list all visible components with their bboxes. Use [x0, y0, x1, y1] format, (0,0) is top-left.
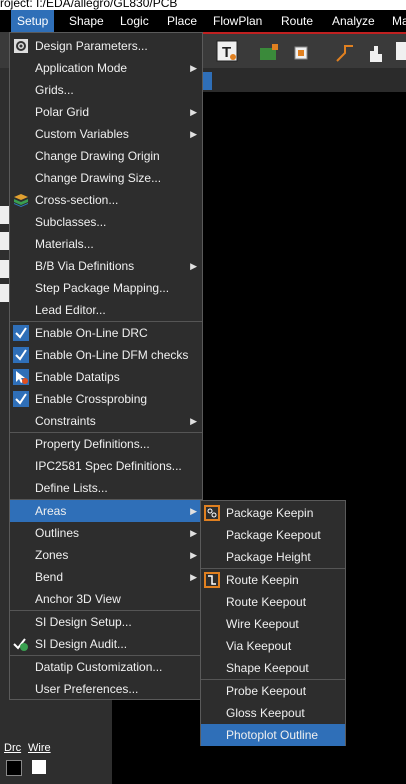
route-keepin-icon	[204, 572, 220, 588]
submenu-arrow-icon: ▶	[190, 416, 197, 426]
menu-route[interactable]: Route	[275, 10, 319, 32]
menu-analyze[interactable]: Analyze	[326, 10, 381, 32]
menu-item-polar-grid[interactable]: Polar Grid ▶	[10, 101, 202, 123]
menu-item-bb-via-definitions[interactable]: B/B Via Definitions ▶	[10, 255, 202, 277]
menu-item-si-design-setup[interactable]: SI Design Setup...	[10, 611, 202, 633]
drc-label: Drc	[4, 742, 22, 754]
si-audit-icon	[13, 638, 28, 651]
menu-item-areas[interactable]: Areas ▶	[10, 500, 202, 522]
drc-color-swatch[interactable]	[6, 760, 22, 776]
menu-item-change-drawing-origin[interactable]: Change Drawing Origin	[10, 145, 202, 167]
route-tool-icon[interactable]	[334, 42, 356, 64]
toolbar-overflow-icon[interactable]	[396, 40, 406, 62]
menu-item-zones[interactable]: Zones ▶	[10, 544, 202, 566]
submenu-arrow-icon: ▶	[190, 572, 197, 582]
menu-item-enable-online-dfm[interactable]: Enable On-Line DFM checks	[10, 344, 202, 366]
submenu-arrow-icon: ▶	[190, 550, 197, 560]
svg-text:T: T	[222, 44, 231, 61]
component-icon[interactable]	[258, 42, 280, 64]
submenu-arrow-icon: ▶	[190, 129, 197, 139]
design-parameters-icon	[14, 39, 28, 53]
text-tool-icon[interactable]: T	[216, 40, 238, 62]
submenu-arrow-icon: ▶	[190, 528, 197, 538]
submenu-item-route-keepout[interactable]: Route Keepout	[201, 591, 345, 613]
areas-submenu: Package Keepin Package Keepout Package H…	[200, 500, 346, 746]
submenu-item-package-keepin[interactable]: Package Keepin	[201, 502, 345, 524]
checkmark-icon	[13, 325, 29, 341]
menu-item-change-drawing-size[interactable]: Change Drawing Size...	[10, 167, 202, 189]
visibility-panel: Drc Wire	[0, 740, 112, 784]
menu-item-custom-variables[interactable]: Custom Variables ▶	[10, 123, 202, 145]
menu-item-enable-datatips[interactable]: Enable Datatips	[10, 366, 202, 388]
menu-logic[interactable]: Logic	[114, 10, 155, 32]
menu-item-step-package-mapping[interactable]: Step Package Mapping...	[10, 277, 202, 299]
checkmark-icon	[13, 347, 29, 363]
submenu-arrow-icon: ▶	[190, 63, 197, 73]
submenu-item-photoplot-outline[interactable]: Photoplot Outline	[201, 724, 345, 746]
submenu-item-gloss-keepout[interactable]: Gloss Keepout	[201, 702, 345, 724]
submenu-item-via-keepout[interactable]: Via Keepout	[201, 635, 345, 657]
menu-place[interactable]: Place	[161, 10, 203, 32]
menu-shape[interactable]: Shape	[63, 10, 110, 32]
menu-item-materials[interactable]: Materials...	[10, 233, 202, 255]
menu-item-datatip-customization[interactable]: Datatip Customization...	[10, 656, 202, 678]
wire-color-swatch[interactable]	[32, 760, 46, 774]
menu-item-subclasses[interactable]: Subclasses...	[10, 211, 202, 233]
window-title: roject: I:/EDA/allegro/GL830/PCB	[0, 0, 178, 10]
menu-item-ipc2581-spec[interactable]: IPC2581 Spec Definitions...	[10, 455, 202, 477]
toolbar-accent-line	[200, 32, 406, 34]
submenu-item-package-keepout[interactable]: Package Keepout	[201, 524, 345, 546]
submenu-arrow-icon: ▶	[190, 107, 197, 117]
menu-item-define-lists[interactable]: Define Lists...	[10, 477, 202, 499]
menu-item-application-mode[interactable]: Application Mode ▶	[10, 57, 202, 79]
chip-icon[interactable]	[290, 42, 312, 64]
menu-manufacture[interactable]: Ma	[386, 10, 406, 32]
datatips-icon	[13, 369, 29, 385]
submenu-item-route-keepin[interactable]: Route Keepin	[201, 569, 345, 591]
menu-item-grids[interactable]: Grids...	[10, 79, 202, 101]
menu-item-enable-crossprobing[interactable]: Enable Crossprobing	[10, 388, 202, 410]
menu-bar: Setup Shape Logic Place FlowPlan Route A…	[0, 10, 406, 32]
wire-label: Wire	[28, 742, 51, 754]
menu-item-enable-online-drc[interactable]: Enable On-Line DRC	[10, 322, 202, 344]
package-keepin-icon	[204, 505, 220, 521]
menu-setup[interactable]: Setup	[11, 10, 55, 32]
menu-item-bend[interactable]: Bend ▶	[10, 566, 202, 588]
checkmark-icon	[13, 391, 29, 407]
menu-item-lead-editor[interactable]: Lead Editor...	[10, 299, 202, 321]
menu-item-anchor-3d-view[interactable]: Anchor 3D View	[10, 588, 202, 610]
submenu-arrow-icon: ▶	[190, 506, 197, 516]
menu-item-constraints[interactable]: Constraints ▶	[10, 410, 202, 432]
submenu-item-shape-keepout[interactable]: Shape Keepout	[201, 657, 345, 679]
menu-item-property-definitions[interactable]: Property Definitions...	[10, 433, 202, 455]
submenu-item-probe-keepout[interactable]: Probe Keepout	[201, 680, 345, 702]
menu-item-user-preferences[interactable]: User Preferences...	[10, 678, 202, 700]
slide-tool-icon[interactable]	[364, 42, 386, 64]
menu-item-si-design-audit[interactable]: SI Design Audit...	[10, 633, 202, 655]
menu-flowplan[interactable]: FlowPlan	[207, 10, 268, 32]
setup-menu: Design Parameters... Application Mode ▶ …	[9, 32, 203, 700]
submenu-arrow-icon: ▶	[190, 261, 197, 271]
submenu-item-wire-keepout[interactable]: Wire Keepout	[201, 613, 345, 635]
cross-section-icon	[14, 194, 28, 207]
menu-item-design-parameters[interactable]: Design Parameters...	[10, 35, 202, 57]
window-title-bar: roject: I:/EDA/allegro/GL830/PCB	[0, 0, 406, 10]
menu-item-cross-section[interactable]: Cross-section...	[10, 189, 202, 211]
submenu-item-package-height[interactable]: Package Height	[201, 546, 345, 568]
menu-item-outlines[interactable]: Outlines ▶	[10, 522, 202, 544]
